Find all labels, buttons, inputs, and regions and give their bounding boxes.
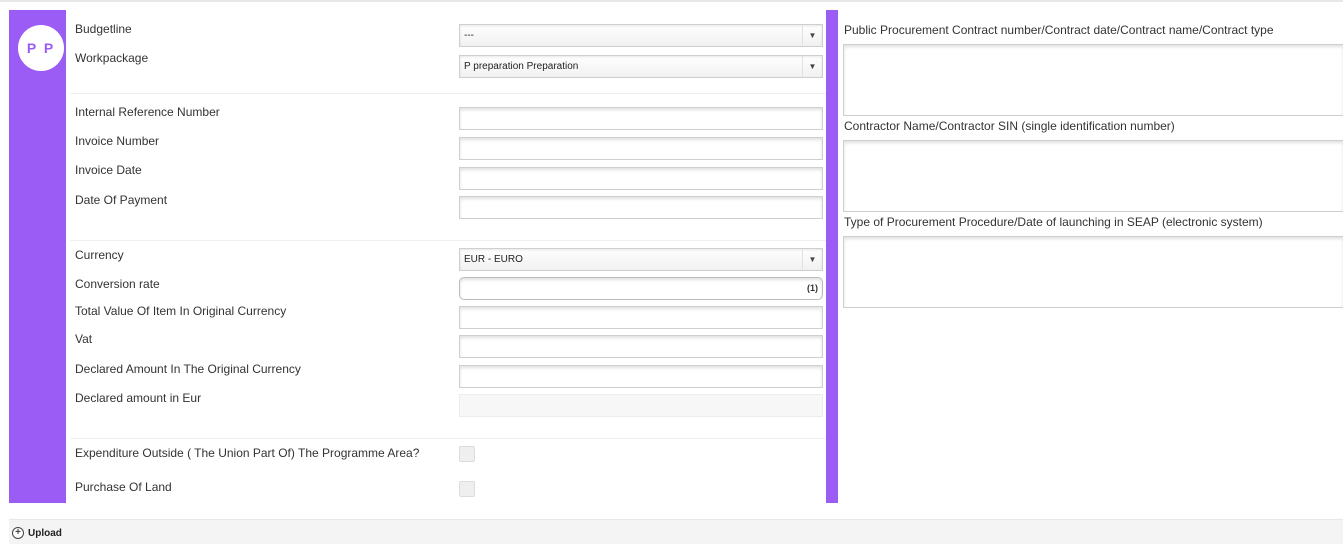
workpackage-select[interactable]: P preparation Preparation ▼ [459, 55, 823, 78]
invoice-date-label: Invoice Date [75, 163, 142, 177]
upload-button[interactable]: + Upload [12, 527, 62, 539]
date-of-payment-input[interactable] [459, 196, 823, 219]
outside-area-label: Expenditure Outside ( The Union Part Of)… [75, 446, 420, 460]
total-value-input[interactable] [459, 306, 823, 329]
upload-bar [9, 519, 1343, 544]
currency-select[interactable]: EUR - EURO ▼ [459, 248, 823, 271]
invoice-number-input[interactable] [459, 137, 823, 160]
conversion-rate-input[interactable]: (1) [459, 277, 823, 300]
budgetline-select[interactable]: --- ▼ [459, 24, 823, 47]
plus-circle-icon: + [12, 527, 24, 539]
chevron-down-icon: ▼ [802, 25, 822, 46]
declared-eur-input [459, 394, 823, 417]
vat-label: Vat [75, 332, 93, 346]
internal-ref-label: Internal Reference Number [75, 105, 220, 119]
declared-original-input[interactable] [459, 365, 823, 388]
contract-label: Public Procurement Contract number/Contr… [844, 23, 1274, 37]
workpackage-value: P preparation Preparation [464, 61, 579, 72]
contractor-textarea[interactable] [843, 140, 1343, 212]
declared-original-label: Declared Amount In The Original Currency [75, 362, 301, 376]
avatar: P P [18, 25, 64, 71]
section-separator [70, 438, 826, 439]
vat-input[interactable] [459, 335, 823, 358]
top-rule [0, 0, 1343, 2]
chevron-down-icon: ▼ [802, 249, 822, 270]
currency-value: EUR - EURO [464, 254, 523, 265]
section-separator [70, 240, 826, 241]
chevron-down-icon: ▼ [802, 56, 822, 77]
contract-textarea[interactable] [843, 44, 1343, 116]
budgetline-label: Budgetline [75, 22, 132, 36]
conversion-rate-suffix: (1) [807, 283, 818, 293]
section-separator [70, 93, 826, 94]
date-of-payment-label: Date Of Payment [75, 193, 168, 207]
outside-area-checkbox[interactable] [459, 446, 475, 462]
column-divider [826, 10, 838, 503]
procedure-textarea[interactable] [843, 236, 1343, 308]
currency-label: Currency [75, 248, 124, 262]
upload-label: Upload [28, 527, 62, 539]
procedure-label: Type of Procurement Procedure/Date of la… [844, 215, 1263, 229]
total-value-label: Total Value Of Item In Original Currency [75, 304, 287, 318]
declared-eur-label: Declared amount in Eur [75, 391, 202, 405]
workpackage-label: Workpackage [75, 51, 149, 65]
invoice-number-label: Invoice Number [75, 134, 160, 148]
purchase-land-label: Purchase Of Land [75, 480, 172, 494]
contractor-label: Contractor Name/Contractor SIN (single i… [844, 119, 1175, 133]
internal-ref-input[interactable] [459, 107, 823, 130]
purchase-land-checkbox[interactable] [459, 481, 475, 497]
conversion-rate-label: Conversion rate [75, 277, 160, 291]
budgetline-value: --- [464, 30, 474, 41]
invoice-date-input[interactable] [459, 167, 823, 190]
